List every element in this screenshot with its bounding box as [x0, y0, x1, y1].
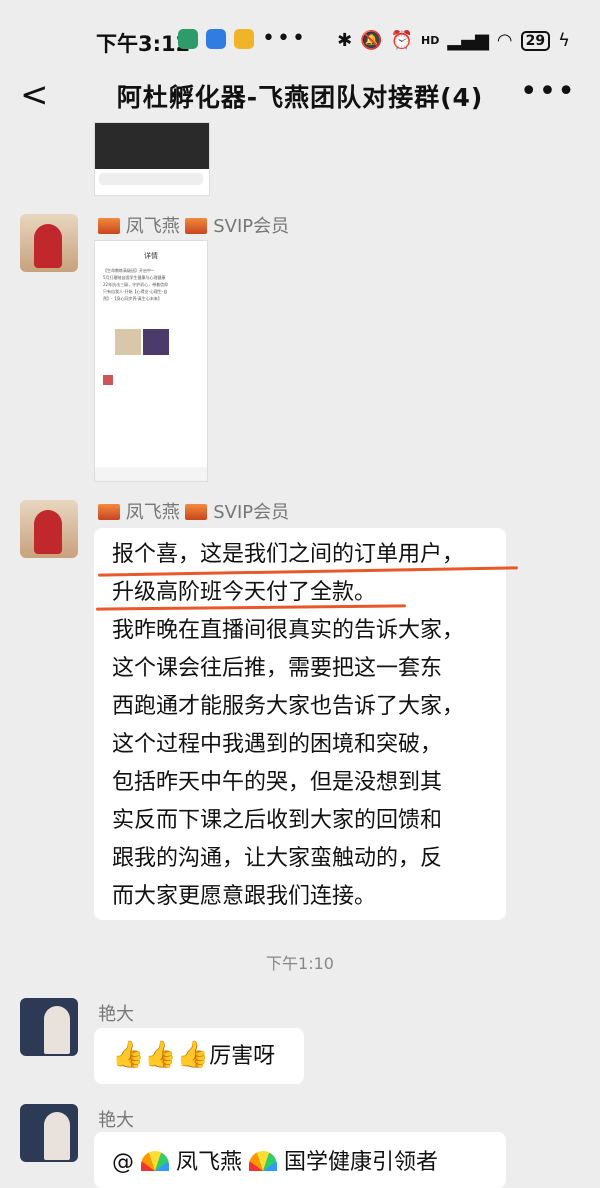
thumbs-up-icon: 👍 [112, 1040, 145, 1070]
video-thumbnail [95, 123, 209, 169]
thumbs-up-icon: 👍 [176, 1040, 210, 1070]
screenshot-header: 详情 [144, 252, 158, 260]
status-bar: 下午3:12 ••• ✱ 🔕 ⏰ HD ▂▄▆ ◠ 29 ϟ [0, 0, 600, 76]
sunset-icon [185, 218, 208, 234]
message-line: 包括昨天中午的哭，但是没想到其 [112, 770, 443, 795]
chat-header: < 阿杜孵化器-飞燕团队对接群(4) ••• [0, 70, 600, 120]
avatar[interactable] [20, 1104, 78, 1162]
thumbs-up-icon: 👍 [144, 1040, 177, 1070]
message-line: 实反而下课之后收到大家的回馈和 [112, 808, 443, 833]
wifi-icon: ◠ [496, 30, 513, 51]
chat-title: 阿杜孵化器-飞燕团队对接群(4) [116, 83, 484, 112]
mention-title: 国学健康引领者 [284, 1150, 439, 1175]
message-timestamp: 下午1:10 [266, 954, 334, 973]
network-label: HD [421, 34, 440, 47]
message-line: 跟我的沟通，让大家蛮触动的，反 [112, 846, 443, 871]
screenshot-avatar [103, 375, 113, 385]
bluetooth-icon: ✱ [337, 30, 353, 51]
text-message-bubble[interactable]: 👍👍👍厉害呀 [94, 1028, 304, 1084]
sender-name: 艳大 [98, 1004, 134, 1025]
avatar[interactable] [20, 998, 78, 1056]
image-message-top[interactable] [94, 122, 210, 196]
sender-name: 艳大 [98, 1110, 134, 1131]
notes-app-icon [234, 29, 254, 49]
avatar[interactable] [20, 500, 78, 558]
screenshot-photo [143, 329, 169, 355]
notification-icons [178, 29, 254, 49]
more-options-icon[interactable]: ••• [520, 74, 576, 109]
image-message[interactable]: 详情 【生命教练高级班】开启中~ 5月打磨暗自国学生健康与心理健康 22年抗击三… [94, 240, 208, 482]
message-line: 西跑通才能服务大家也告诉了大家， [112, 694, 465, 719]
sunset-icon [185, 504, 208, 520]
shield-app-icon [206, 29, 226, 49]
screenshot-input-bar [95, 467, 207, 481]
message-text: 厉害呀 [209, 1044, 276, 1069]
mute-icon: 🔕 [360, 30, 383, 51]
thumbnail-input-bar [99, 173, 203, 185]
system-icons: ✱ 🔕 ⏰ HD ▂▄▆ ◠ 29 ϟ [337, 30, 570, 51]
sunset-icon [98, 504, 120, 520]
battery-indicator: 29 [520, 30, 551, 51]
text-message-bubble[interactable]: @ 凤飞燕 国学健康引领者 [94, 1132, 506, 1188]
screenshot-post: 【生命教练高级班】开启中~ 5月打磨暗自国学生健康与心理健康 22年抗击三级，守… [103, 268, 169, 301]
mention-symbol: @ [112, 1150, 134, 1175]
message-line: 这个课会往后推，需要把这一套东 [112, 656, 443, 681]
home-app-icon [178, 29, 198, 49]
charging-icon: ϟ [558, 30, 570, 51]
message-line: 我昨晚在直播间很真实的告诉大家， [112, 618, 465, 643]
status-time: 下午3:12 [96, 32, 191, 56]
text-message-bubble[interactable]: 报个喜，这是我们之间的订单用户， 升级高阶班今天付了全款。 我昨晚在直播间很真实… [94, 528, 506, 920]
alarm-icon: ⏰ [390, 30, 414, 51]
sender-name: 凤飞燕 SVIP会员 [98, 212, 289, 238]
more-notifications-icon: ••• [262, 26, 307, 51]
sender-name: 凤飞燕 SVIP会员 [98, 498, 289, 524]
avatar[interactable] [20, 214, 78, 272]
rainbow-icon [141, 1151, 169, 1171]
signal-icon: ▂▄▆ [447, 30, 489, 51]
screenshot-photo [115, 329, 141, 355]
message-line: 而大家更愿意跟我们连接。 [112, 884, 377, 909]
sunset-icon [98, 218, 120, 234]
mention-name: 凤飞燕 [176, 1150, 243, 1175]
message-line: 这个过程中我遇到的困境和突破， [112, 732, 443, 757]
rainbow-icon [249, 1151, 278, 1171]
